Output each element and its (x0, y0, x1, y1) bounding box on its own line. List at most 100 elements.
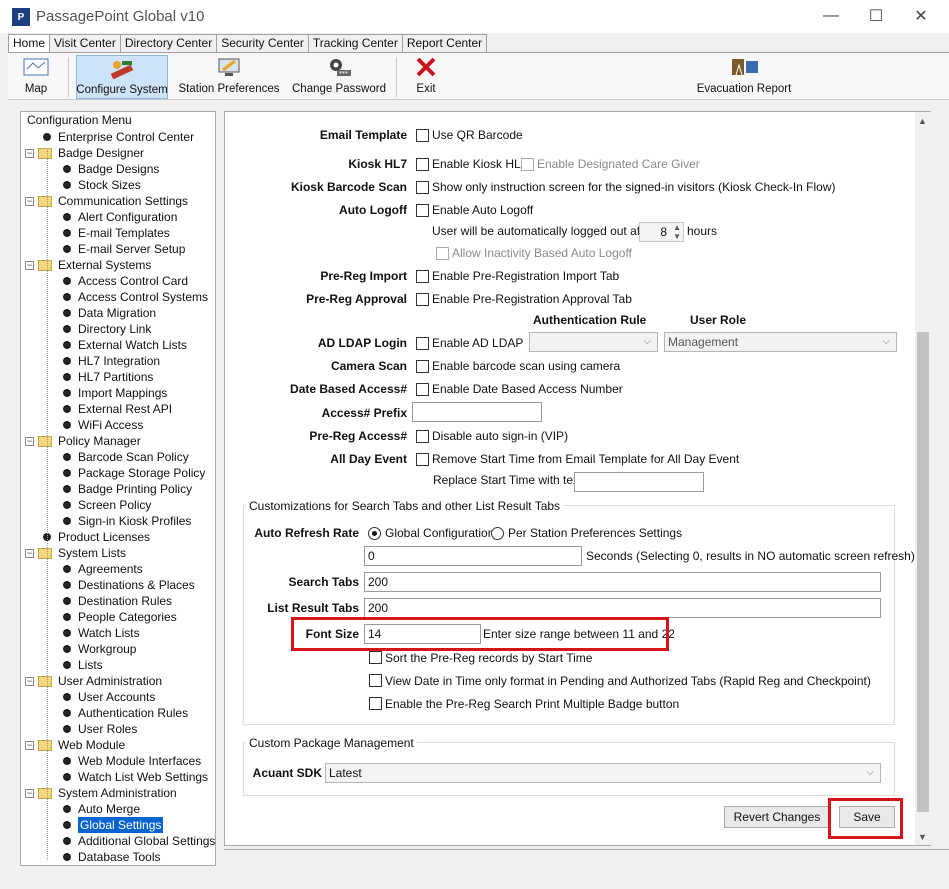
config-item-destination-rules[interactable]: Destination Rules (63, 593, 172, 609)
collapse-icon[interactable]: − (25, 788, 34, 798)
acuant-sdk-dropdown[interactable]: Latest ⌵ (325, 763, 881, 783)
config-item-data-migration[interactable]: Data Migration (63, 305, 156, 321)
maximize-button[interactable]: ☐ (853, 4, 899, 28)
config-item-hl7-integration[interactable]: HL7 Integration (63, 353, 160, 369)
config-item-e-mail-templates[interactable]: E-mail Templates (63, 225, 170, 241)
config-item-web-module-interfaces[interactable]: Web Module Interfaces (63, 753, 201, 769)
prereg-import-checkbox[interactable] (416, 270, 429, 283)
configure-system-button[interactable]: Configure System (76, 55, 168, 99)
vertical-scrollbar[interactable]: ▲ ▼ (915, 112, 931, 845)
evacuation-report-button[interactable]: Evacuation Report (692, 55, 796, 99)
tab-visit-center[interactable]: Visit Center (49, 34, 121, 52)
revert-changes-button[interactable]: Revert Changes (724, 806, 830, 828)
scroll-down-icon[interactable]: ▼ (918, 832, 927, 842)
view-date-checkbox[interactable] (369, 674, 382, 687)
config-item-external-rest-api[interactable]: External Rest API (63, 401, 172, 417)
config-item-auto-merge[interactable]: Auto Merge (63, 801, 140, 817)
access-prefix-input[interactable] (412, 402, 542, 422)
config-item-global-settings[interactable]: Global Settings (63, 817, 164, 833)
config-item-watch-list-web-settings[interactable]: Watch List Web Settings (63, 769, 208, 785)
config-item-user-roles[interactable]: User Roles (63, 721, 137, 737)
auto-logoff-hours-spinner[interactable]: 8 ▲ ▼ (639, 222, 684, 242)
config-item-workgroup[interactable]: Workgroup (63, 641, 136, 657)
config-item-barcode-scan-policy[interactable]: Barcode Scan Policy (63, 449, 189, 465)
config-item-stock-sizes[interactable]: Stock Sizes (63, 177, 141, 193)
tab-report-center[interactable]: Report Center (401, 34, 488, 52)
per-station-radio[interactable] (491, 527, 504, 540)
global-configuration-radio[interactable] (368, 527, 381, 540)
inactivity-logoff-checkbox[interactable] (436, 247, 449, 260)
minimize-button[interactable]: — (808, 4, 854, 28)
config-item-external-watch-lists[interactable]: External Watch Lists (63, 337, 187, 353)
tab-tracking-center[interactable]: Tracking Center (307, 34, 403, 52)
kiosk-checkin-flow-checkbox[interactable] (416, 181, 429, 194)
collapse-icon[interactable]: − (25, 740, 34, 750)
camera-scan-checkbox[interactable] (416, 360, 429, 373)
config-item-user-administration[interactable]: − User Administration (25, 673, 162, 689)
collapse-icon[interactable]: − (25, 148, 34, 158)
prereg-approval-checkbox[interactable] (416, 293, 429, 306)
config-item-wifi-access[interactable]: WiFi Access (63, 417, 143, 433)
config-item-additional-global-settings[interactable]: Additional Global Settings (63, 833, 215, 849)
config-item-hl7-partitions[interactable]: HL7 Partitions (63, 369, 153, 385)
config-item-enterprise-control-center[interactable]: Enterprise Control Center (43, 129, 194, 145)
change-password-button[interactable]: *** Change Password (291, 55, 387, 99)
disable-auto-signin-checkbox[interactable] (416, 430, 429, 443)
exit-button[interactable]: Exit (406, 55, 446, 99)
enable-ad-ldap-checkbox[interactable] (416, 337, 429, 350)
config-item-import-mappings[interactable]: Import Mappings (63, 385, 167, 401)
replace-start-time-input[interactable] (574, 472, 704, 492)
config-item-sign-in-kiosk-profiles[interactable]: Sign-in Kiosk Profiles (63, 513, 191, 529)
config-item-e-mail-server-setup[interactable]: E-mail Server Setup (63, 241, 185, 257)
user-role-dropdown[interactable]: Management ⌵ (664, 332, 897, 352)
config-item-policy-manager[interactable]: − Policy Manager (25, 433, 141, 449)
config-item-user-accounts[interactable]: User Accounts (63, 689, 155, 705)
collapse-icon[interactable]: − (25, 260, 34, 270)
config-item-people-categories[interactable]: People Categories (63, 609, 177, 625)
config-item-agreements[interactable]: Agreements (63, 561, 143, 577)
config-item-database-tools[interactable]: Database Tools (63, 849, 161, 865)
config-item-external-systems[interactable]: − External Systems (25, 257, 151, 273)
config-item-badge-designer[interactable]: − Badge Designer (25, 145, 144, 161)
collapse-icon[interactable]: − (25, 436, 34, 446)
config-item-lists[interactable]: Lists (63, 657, 103, 673)
config-item-product-licenses[interactable]: Product Licenses (43, 529, 150, 545)
enable-kiosk-hl7-checkbox[interactable] (416, 158, 429, 171)
config-item-access-control-systems[interactable]: Access Control Systems (63, 289, 208, 305)
collapse-icon[interactable]: − (25, 196, 34, 206)
tab-security-center[interactable]: Security Center (216, 34, 309, 52)
enable-auto-logoff-checkbox[interactable] (416, 204, 429, 217)
spinner-arrows-icon[interactable]: ▲ ▼ (673, 223, 681, 241)
config-item-watch-lists[interactable]: Watch Lists (63, 625, 140, 641)
station-preferences-button[interactable]: Station Preferences (178, 55, 280, 99)
config-item-alert-configuration[interactable]: Alert Configuration (63, 209, 177, 225)
sort-prereg-checkbox[interactable] (369, 651, 382, 664)
date-based-access-checkbox[interactable] (416, 383, 429, 396)
authentication-rule-dropdown[interactable]: ⌵ (529, 332, 658, 352)
config-item-package-storage-policy[interactable]: Package Storage Policy (63, 465, 205, 481)
remove-start-time-checkbox[interactable] (416, 453, 429, 466)
tab-home[interactable]: Home (8, 34, 51, 52)
config-item-communication-settings[interactable]: − Communication Settings (25, 193, 188, 209)
config-item-authentication-rules[interactable]: Authentication Rules (63, 705, 188, 721)
auto-refresh-seconds-input[interactable]: 0 (364, 546, 582, 566)
collapse-icon[interactable]: − (25, 676, 34, 686)
config-item-destinations-places[interactable]: Destinations & Places (63, 577, 195, 593)
config-item-badge-printing-policy[interactable]: Badge Printing Policy (63, 481, 192, 497)
config-item-directory-link[interactable]: Directory Link (63, 321, 151, 337)
tab-directory-center[interactable]: Directory Center (119, 34, 218, 52)
config-item-system-lists[interactable]: − System Lists (25, 545, 126, 561)
print-multiple-badge-checkbox[interactable] (369, 697, 382, 710)
use-qr-barcode-checkbox[interactable] (416, 129, 429, 142)
list-result-tabs-input[interactable]: 200 (364, 598, 881, 618)
config-item-badge-designs[interactable]: Badge Designs (63, 161, 159, 177)
config-item-access-control-card[interactable]: Access Control Card (63, 273, 188, 289)
designated-care-giver-checkbox[interactable] (521, 158, 534, 171)
collapse-icon[interactable]: − (25, 548, 34, 558)
config-item-screen-policy[interactable]: Screen Policy (63, 497, 151, 513)
scroll-up-icon[interactable]: ▲ (918, 116, 927, 126)
search-tabs-input[interactable]: 200 (364, 572, 881, 592)
map-button[interactable]: Map (14, 55, 58, 99)
close-button[interactable]: ✕ (898, 4, 944, 28)
scrollbar-thumb[interactable] (917, 332, 929, 812)
